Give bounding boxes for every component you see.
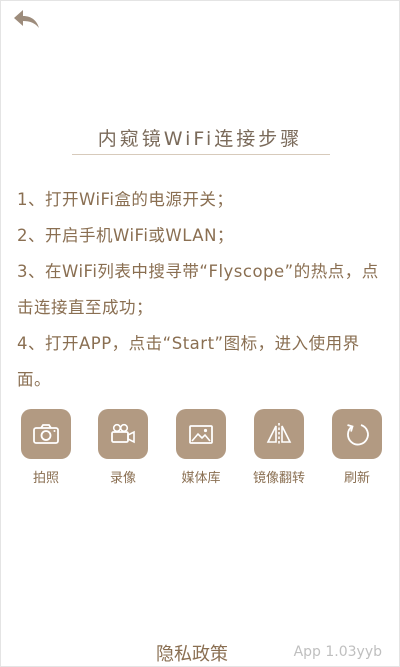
- camera-icon: [33, 424, 59, 444]
- refresh-label: 刷新: [343, 471, 370, 486]
- mirror-flip-button[interactable]: 镜像翻转: [249, 409, 309, 486]
- gallery-tile[interactable]: [176, 409, 226, 459]
- refresh-icon: [347, 424, 369, 446]
- instruction-step-3: 3、在WiFi列表中搜寻带“Flyscope”的热点，点击连接直至成功；: [17, 262, 379, 317]
- instruction-step-4: 4、打开APP，点击“Start”图标，进入使用界面。: [17, 334, 360, 389]
- refresh-button[interactable]: 刷新: [327, 409, 387, 486]
- refresh-tile[interactable]: [332, 409, 382, 459]
- page-title: 内窥镜WiFi连接步骤: [97, 128, 303, 150]
- record-label: 录像: [109, 471, 136, 486]
- title-underline: [72, 154, 330, 155]
- instruction-list: 1、打开WiFi盒的电源开关； 2、开启手机WiFi或WLAN； 3、在WiFi…: [17, 182, 388, 398]
- mirror-flip-icon: [266, 423, 292, 445]
- action-toolbar: 拍照 录像 媒体库 镜像翻转 刷新: [0, 409, 400, 489]
- photo-tile[interactable]: [21, 409, 71, 459]
- gallery-label: 媒体库: [181, 471, 221, 486]
- gallery-icon: [189, 425, 213, 444]
- record-tile[interactable]: [98, 409, 148, 459]
- back-button[interactable]: [8, 4, 44, 34]
- mirror-flip-tile[interactable]: [254, 409, 304, 459]
- app-version: App 1.03yyb: [293, 644, 382, 660]
- gallery-button[interactable]: 媒体库: [171, 409, 231, 486]
- photo-label: 拍照: [32, 471, 59, 486]
- back-arrow-icon: [14, 10, 39, 28]
- mirror-flip-label: 镜像翻转: [252, 471, 305, 486]
- privacy-policy-link[interactable]: 隐私政策: [156, 640, 228, 666]
- video-camera-icon: [111, 423, 135, 444]
- instruction-step-1: 1、打开WiFi盒的电源开关；: [17, 190, 234, 209]
- record-button[interactable]: 录像: [93, 409, 153, 486]
- instruction-step-2: 2、开启手机WiFi或WLAN；: [17, 226, 234, 245]
- photo-button[interactable]: 拍照: [16, 409, 76, 486]
